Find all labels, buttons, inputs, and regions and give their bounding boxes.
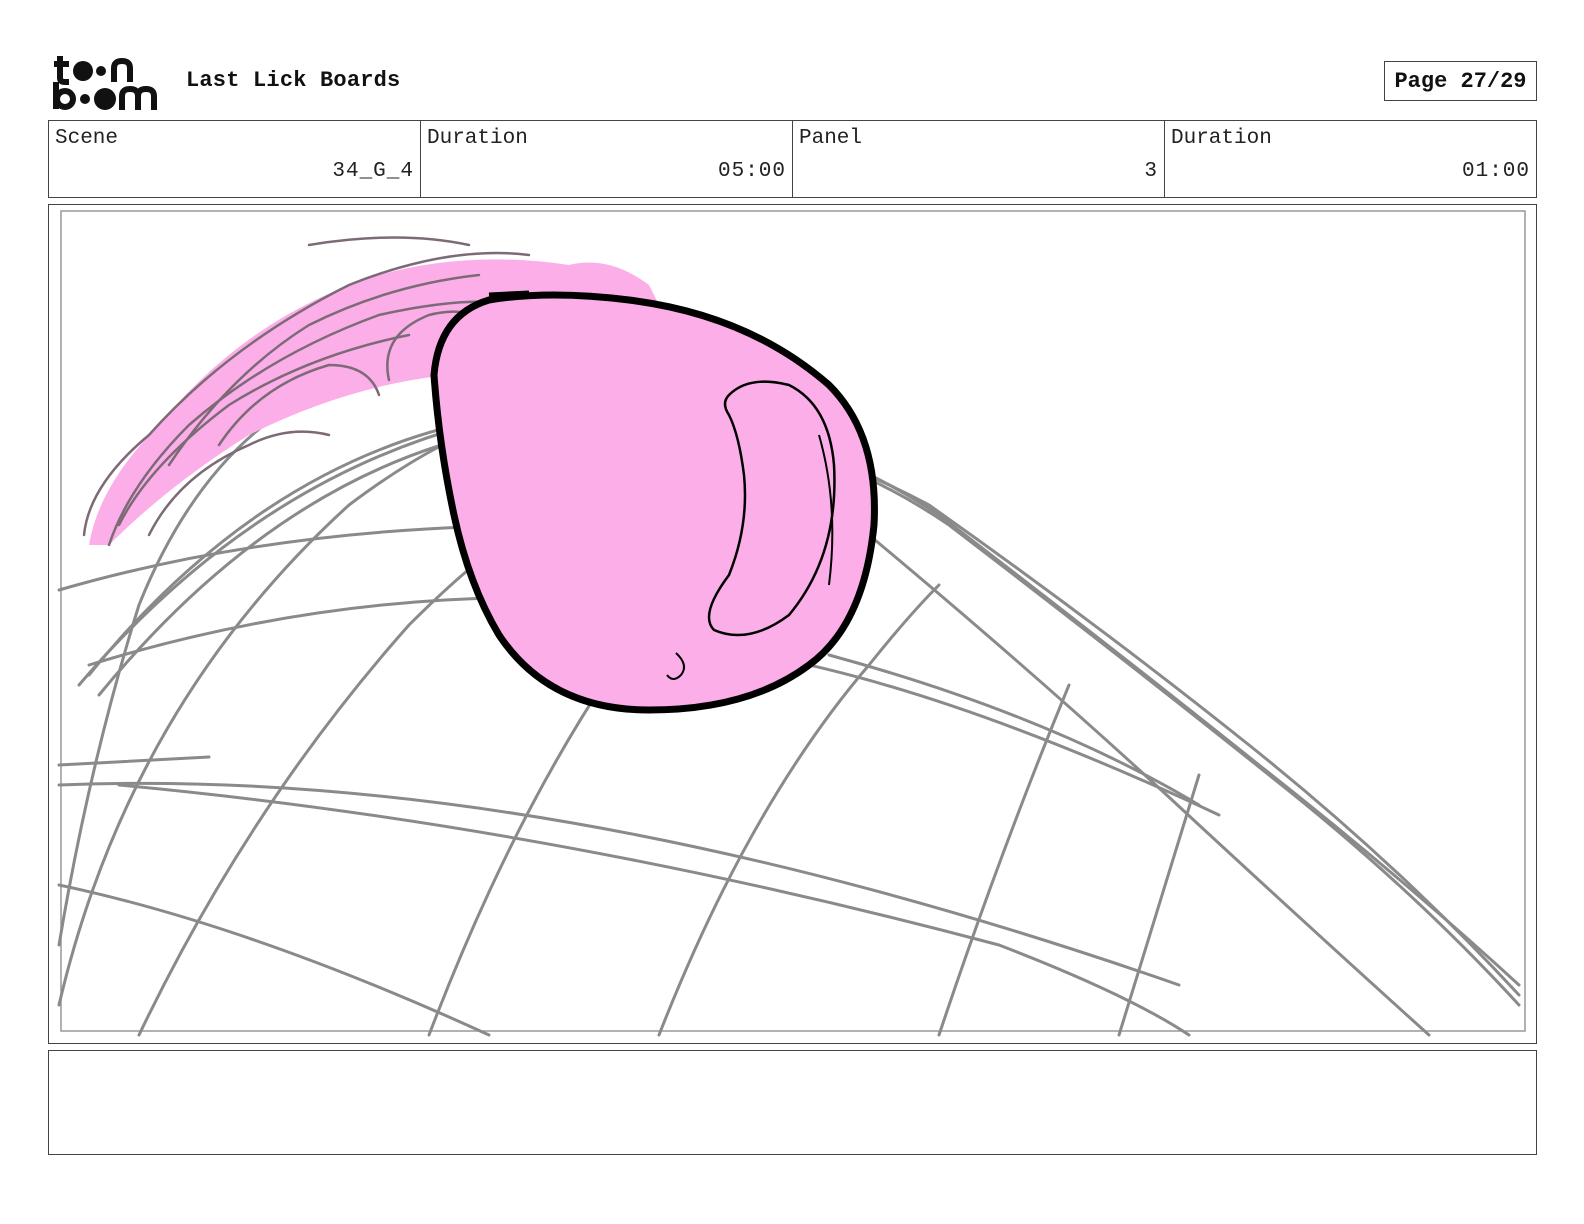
panel-drawing	[57, 210, 1526, 1037]
scene-duration-label: Duration	[427, 127, 528, 150]
scene-duration-cell: Duration 05:00	[421, 121, 793, 197]
panel-duration-value: 01:00	[1461, 160, 1530, 183]
panel-notes-box	[48, 1050, 1537, 1155]
storyboard-panel	[48, 204, 1537, 1044]
toon-boom-logo	[52, 52, 164, 112]
page-indicator: Page 27/29	[1384, 61, 1537, 101]
panel-duration-cell: Duration 01:00	[1165, 121, 1536, 197]
scene-duration-value: 05:00	[717, 160, 786, 183]
scene-label: Scene	[55, 127, 119, 150]
panel-value: 3	[1144, 160, 1158, 183]
toon-boom-logo-mark	[53, 56, 157, 110]
scene-cell: Scene 34_G_4	[49, 121, 421, 197]
panel-label: Panel	[799, 127, 863, 150]
character-body	[430, 290, 878, 714]
scene-value: 34_G_4	[332, 160, 414, 183]
scene-info-row: Scene 34_G_4 Duration 05:00 Panel 3 Dura…	[48, 120, 1537, 198]
project-title: Last Lick Boards	[186, 68, 401, 93]
panel-duration-label: Duration	[1171, 127, 1272, 150]
panel-cell: Panel 3	[793, 121, 1165, 197]
